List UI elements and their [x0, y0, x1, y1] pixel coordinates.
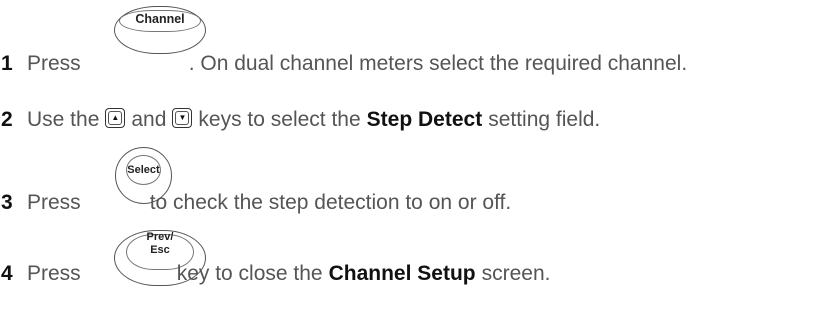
channel-key-label: Channel — [135, 12, 185, 26]
prev-esc-key-line1: Prev/ — [146, 231, 174, 243]
step-2: 2 Use the ▲ and ▼ keys to select the Ste… — [0, 108, 600, 132]
step-bold-term: Step Detect — [366, 108, 483, 131]
step-1: 1 Press . On dual channel meters select … — [0, 52, 687, 76]
step-text-post: screen. — [481, 262, 551, 285]
step-text-mid: keys to select the — [198, 108, 361, 131]
step-text-pre: Press — [27, 191, 81, 214]
step-text-pre: Use the — [27, 108, 100, 131]
step-3: 3 Press to check the step detection to o… — [0, 191, 511, 215]
step-text-post: to check the step detection to on or off… — [149, 191, 512, 214]
step-text-pre: Press — [27, 262, 81, 285]
step-number: 4 — [1, 262, 13, 285]
step-number: 1 — [1, 52, 13, 75]
prev-esc-key-line2: Esc — [150, 244, 170, 256]
step-text-and: and — [131, 108, 167, 131]
down-arrow-key-icon: ▼ — [172, 108, 193, 128]
step-number: 2 — [1, 108, 13, 131]
step-text-post: setting field. — [488, 108, 601, 131]
step-4: 4 Press key to close the Channel Setup s… — [0, 262, 551, 286]
channel-key-icon: Channel — [114, 6, 206, 54]
select-key-label: Select — [127, 163, 160, 176]
prev-esc-key-label: Prev/ Esc — [147, 231, 174, 264]
up-arrow-key-icon: ▲ — [105, 108, 126, 128]
step-text-post: . On dual channel meters select the requ… — [188, 52, 688, 75]
step-text-pre: Press — [27, 52, 81, 75]
step-number: 3 — [1, 191, 13, 214]
step-text-mid: key to close the — [176, 262, 323, 285]
step-bold-term: Channel Setup — [328, 262, 476, 285]
